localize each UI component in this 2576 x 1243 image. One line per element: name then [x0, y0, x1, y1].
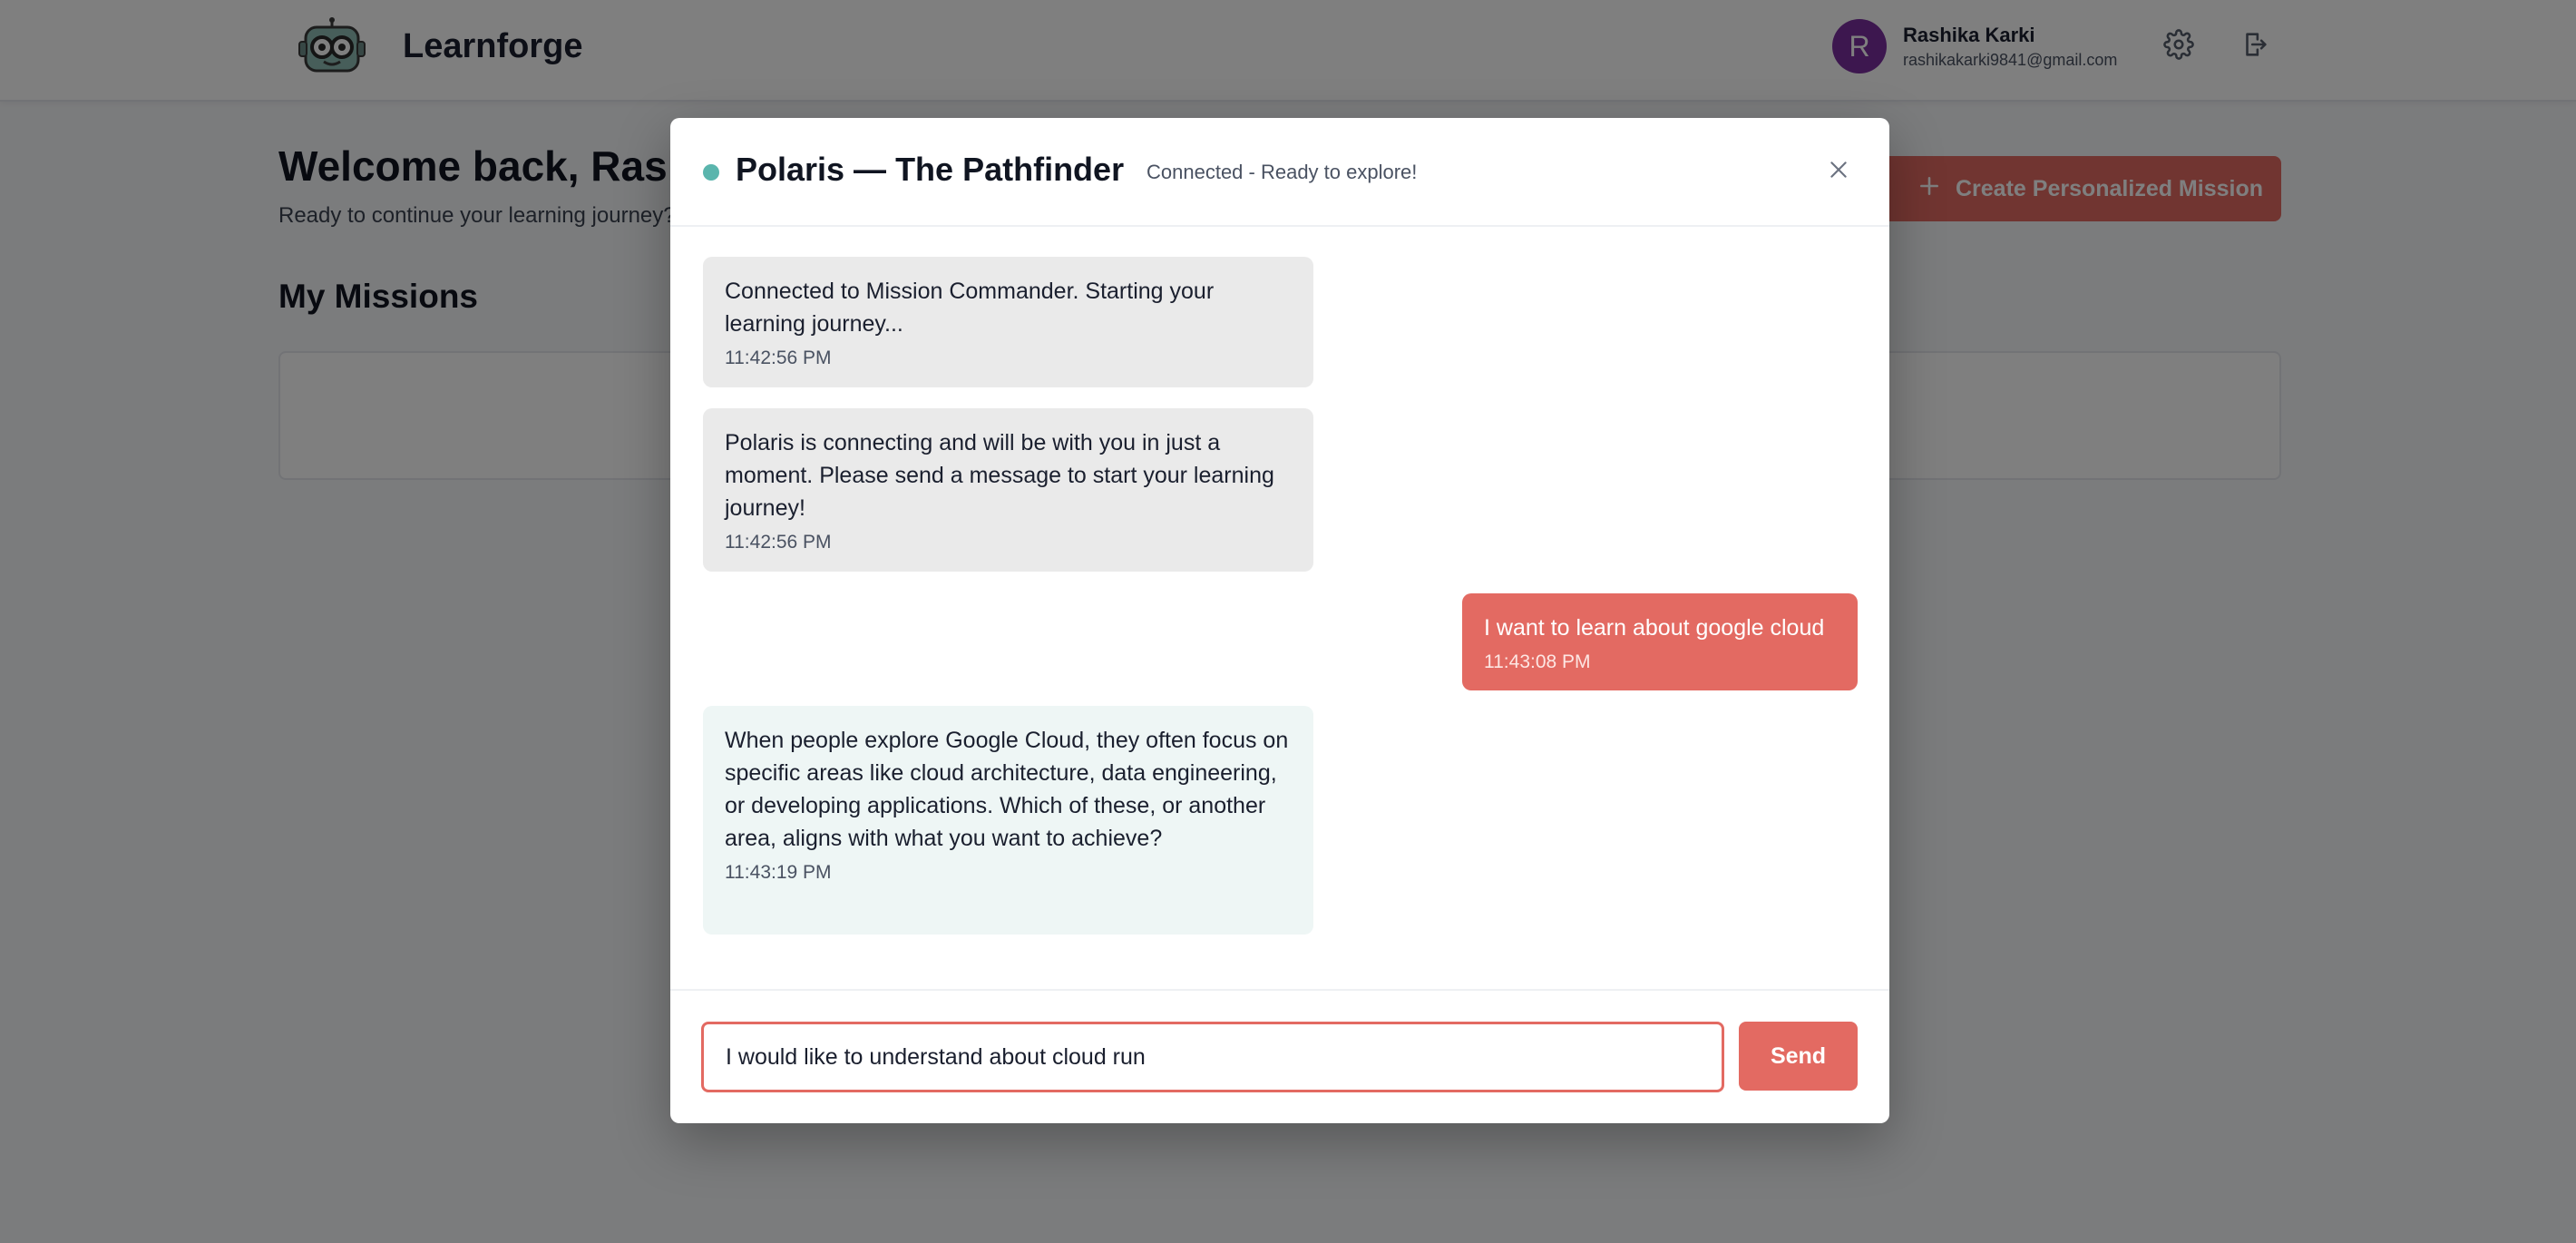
message-timestamp: 11:42:56 PM	[725, 532, 832, 553]
message-text: Polaris is connecting and will be with y…	[725, 430, 1274, 521]
message-text: Connected to Mission Commander. Starting…	[725, 279, 1215, 337]
message-timestamp: 11:43:08 PM	[1484, 651, 1591, 672]
message-text: I want to learn about google cloud	[1484, 615, 1825, 641]
connection-status-dot	[703, 164, 719, 181]
chat-message-user: I want to learn about google cloud 11:43…	[1462, 593, 1858, 690]
message-text: When people explore Google Cloud, they o…	[725, 728, 1289, 851]
message-timestamp: 11:43:19 PM	[725, 862, 832, 883]
close-button[interactable]	[1823, 156, 1854, 187]
dialog-title: Polaris — The Pathfinder	[736, 151, 1125, 188]
message-input[interactable]	[701, 1022, 1724, 1092]
message-timestamp: 11:42:56 PM	[725, 347, 832, 368]
dialog-header: Polaris — The Pathfinder Connected - Rea…	[670, 118, 1889, 227]
message-composer: Send	[670, 989, 1889, 1123]
chat-message: Connected to Mission Commander. Starting…	[703, 257, 1313, 387]
chat-message-bot: When people explore Google Cloud, they o…	[703, 706, 1313, 935]
chat-dialog: Polaris — The Pathfinder Connected - Rea…	[670, 118, 1889, 1123]
send-button[interactable]: Send	[1739, 1022, 1858, 1091]
connection-status-text: Connected - Ready to explore!	[1147, 161, 1418, 183]
close-icon	[1827, 158, 1850, 186]
chat-message: Polaris is connecting and will be with y…	[703, 408, 1313, 572]
